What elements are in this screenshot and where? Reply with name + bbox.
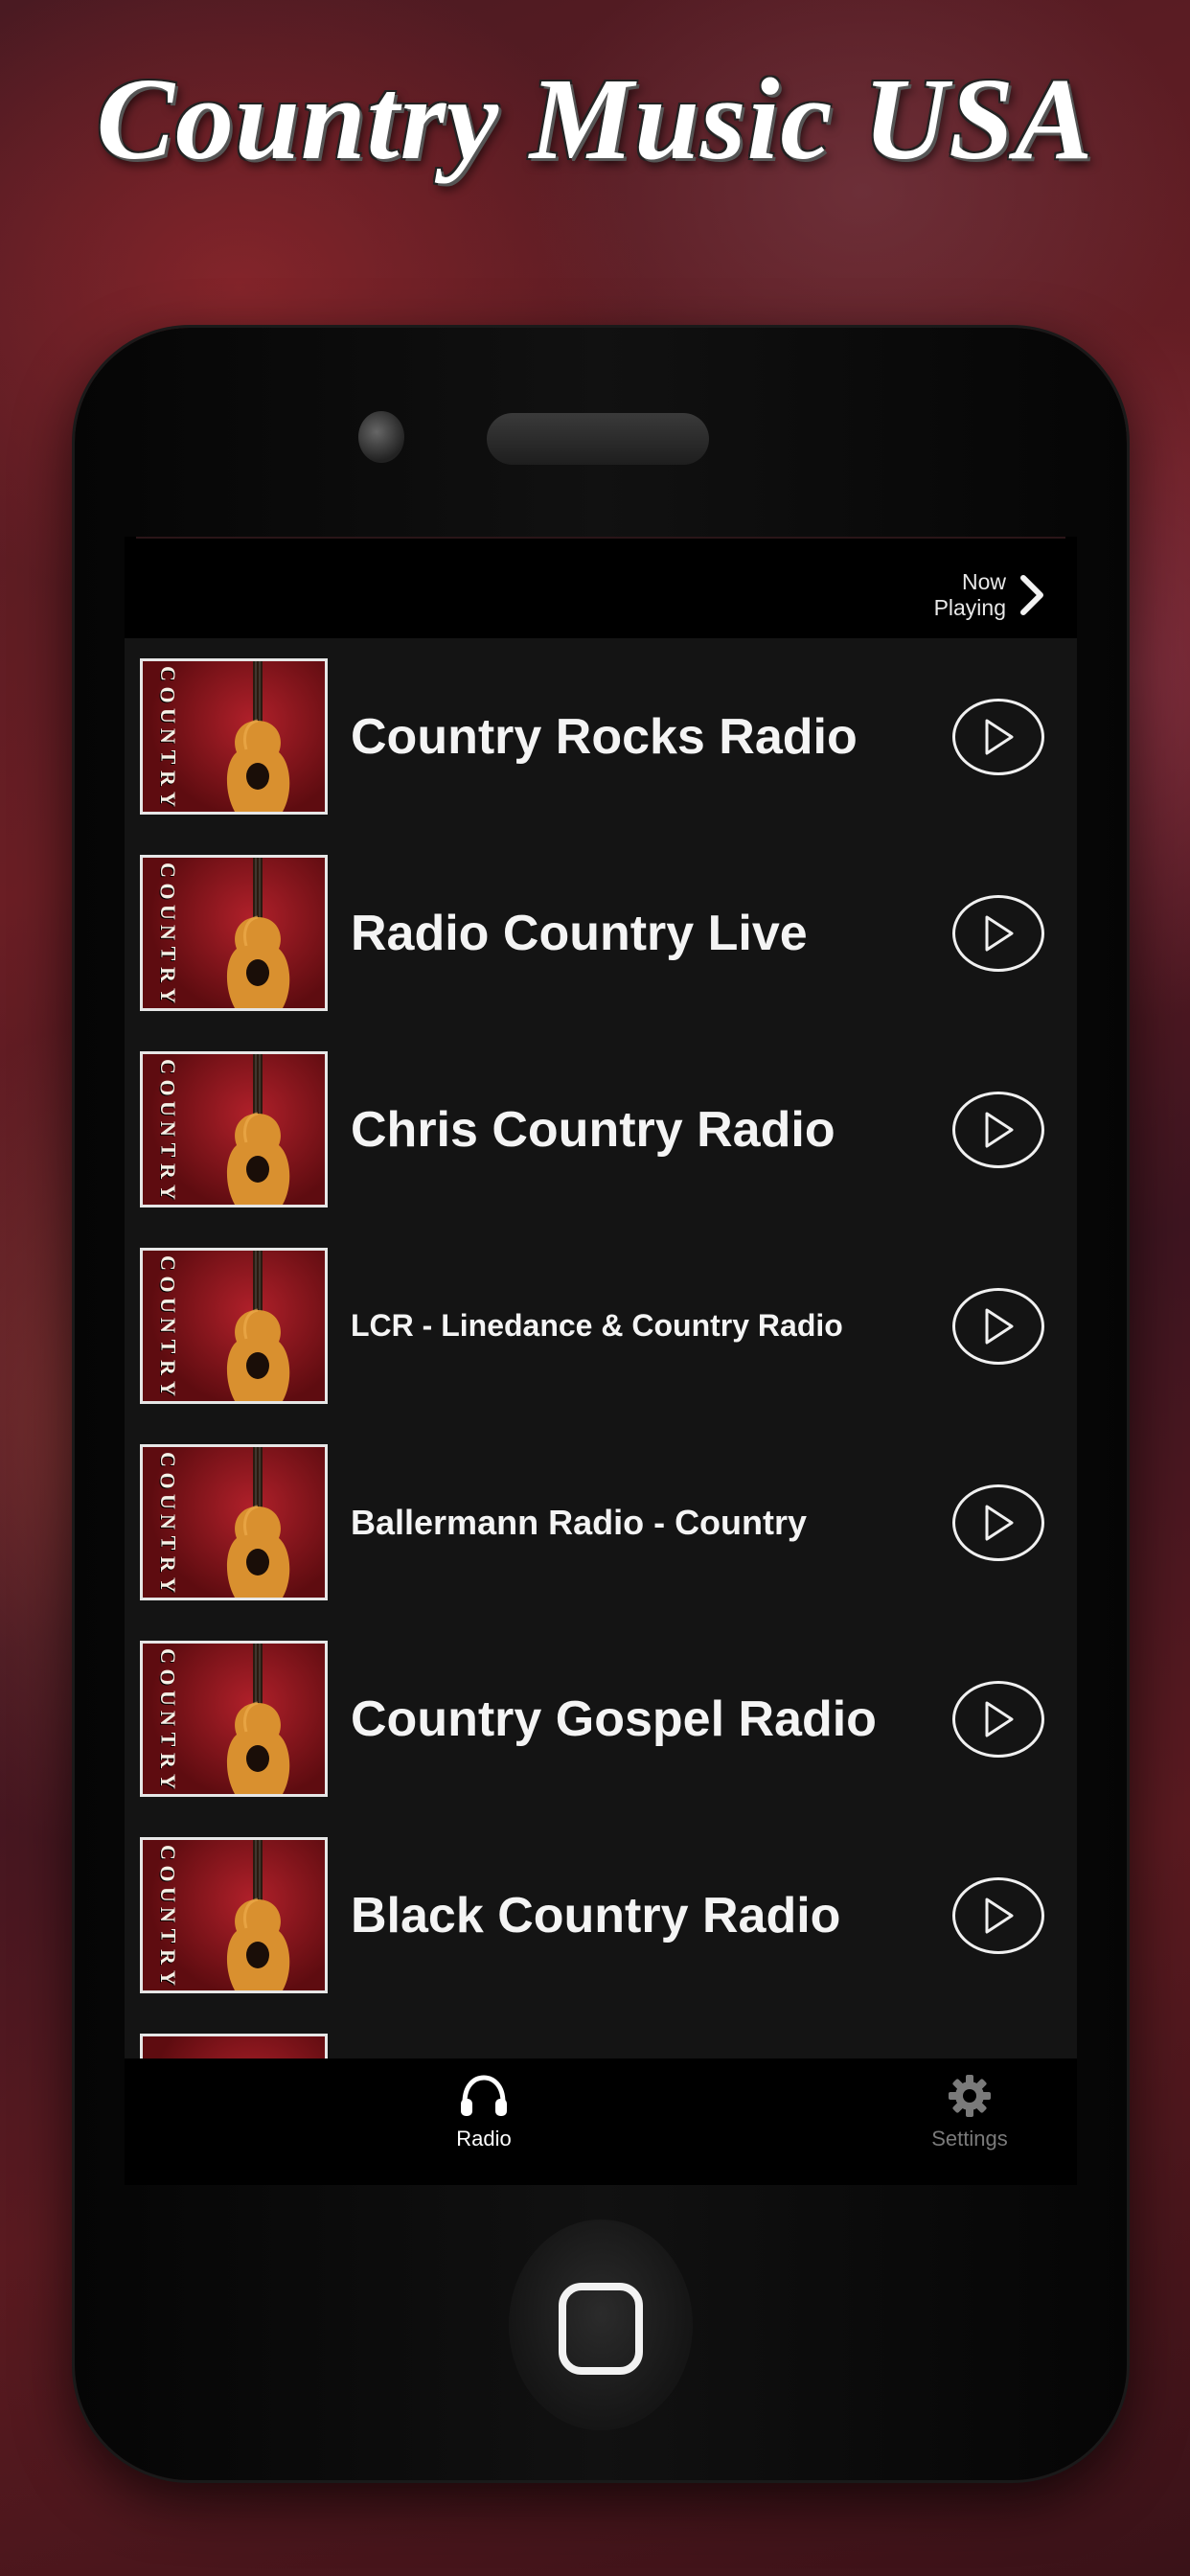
artwork-label: COUNTRY xyxy=(155,862,180,1003)
home-button[interactable] xyxy=(509,2220,693,2430)
now-playing-button[interactable]: Now Playing xyxy=(934,569,1044,621)
tab-radio[interactable]: Radio xyxy=(388,2072,580,2151)
station-row[interactable]: C O U N T R Y Black Country Radio xyxy=(125,1817,1077,2013)
tab-settings[interactable]: Settings xyxy=(874,2072,1065,2151)
station-artwork: COUNTRY xyxy=(140,1641,328,1797)
play-button[interactable] xyxy=(952,1091,1044,1168)
play-button[interactable] xyxy=(952,1287,1044,1365)
play-icon xyxy=(985,1308,1014,1344)
station-artwork: COUNTRY xyxy=(140,1444,328,1600)
station-row[interactable]: C O U N T R Y Ballermann Radio - Country xyxy=(125,1424,1077,1621)
artwork-label: COUNTRY xyxy=(155,1844,180,1986)
artwork-label: COUNTRY xyxy=(155,1058,180,1200)
play-button[interactable] xyxy=(952,698,1044,775)
play-button[interactable] xyxy=(952,894,1044,972)
tab-radio-label: Radio xyxy=(456,2127,512,2150)
station-row[interactable]: C O U N T R Y Chris Country Radio xyxy=(125,1031,1077,1228)
station-name: LCR - Linedance & Country Radio xyxy=(351,1308,843,1343)
now-playing-line1: Now xyxy=(961,569,1006,594)
phone-frame: Now Playing C O U N T R Y Country Rocks Radio C O… xyxy=(75,328,1127,2480)
headphones-icon xyxy=(461,2075,507,2116)
home-square-icon xyxy=(559,2283,643,2375)
now-playing-label: Now Playing xyxy=(934,569,1006,621)
screen-divider xyxy=(136,537,1065,539)
play-icon xyxy=(985,719,1014,754)
app-headline: Country Music USA xyxy=(96,55,1094,184)
station-name: Black Country Radio xyxy=(351,1887,841,1944)
gear-icon xyxy=(949,2075,991,2117)
artwork-label: COUNTRY xyxy=(155,1451,180,1593)
station-row[interactable]: C O U N T R Y Radio Country Live xyxy=(125,835,1077,1031)
earpiece-speaker xyxy=(487,413,709,465)
app-screen: Now Playing C O U N T R Y Country Rocks Radio C O… xyxy=(125,537,1077,2185)
play-icon xyxy=(985,915,1014,951)
station-artwork: COUNTRY xyxy=(140,1051,328,1208)
artwork-label: COUNTRY xyxy=(155,1254,180,1396)
station-artwork: COUNTRY xyxy=(140,658,328,815)
station-artwork: COUNTRY xyxy=(140,1248,328,1404)
station-name: Country Rocks Radio xyxy=(351,708,858,765)
station-name: Country Gospel Radio xyxy=(351,1690,877,1747)
play-icon xyxy=(985,1701,1014,1736)
station-name: Ballermann Radio - Country xyxy=(351,1502,808,1542)
station-row[interactable]: C O U N T R Y Country Rocks Radio xyxy=(125,638,1077,835)
play-icon xyxy=(985,1505,1014,1540)
artwork-label: COUNTRY xyxy=(155,1647,180,1789)
station-name: Radio Country Live xyxy=(351,905,808,961)
tab-settings-label: Settings xyxy=(931,2127,1008,2150)
chevron-right-icon xyxy=(1020,575,1043,615)
play-button[interactable] xyxy=(952,1484,1044,1561)
station-row[interactable]: C O U N T R Y Country Gospel Radio xyxy=(125,1621,1077,1817)
now-playing-line2: Playing xyxy=(933,595,1006,620)
station-artwork: COUNTRY xyxy=(140,1837,328,1993)
station-list[interactable]: C O U N T R Y Country Rocks Radio C O U N T R Y Radio C… xyxy=(125,638,1077,2058)
tab-bar: Radio Settings xyxy=(125,2058,1077,2185)
play-button[interactable] xyxy=(952,1876,1044,1954)
station-artwork: COUNTRY xyxy=(140,855,328,1011)
station-artwork xyxy=(140,2034,328,2058)
play-icon xyxy=(985,1112,1014,1147)
artwork-label: COUNTRY xyxy=(155,665,180,807)
station-name: Chris Country Radio xyxy=(351,1101,835,1158)
front-camera xyxy=(358,411,404,463)
station-row[interactable]: C O U N T R Y LCR - Linedance & Country Radio xyxy=(125,1228,1077,1424)
play-button[interactable] xyxy=(952,1680,1044,1758)
play-icon xyxy=(985,1898,1014,1933)
